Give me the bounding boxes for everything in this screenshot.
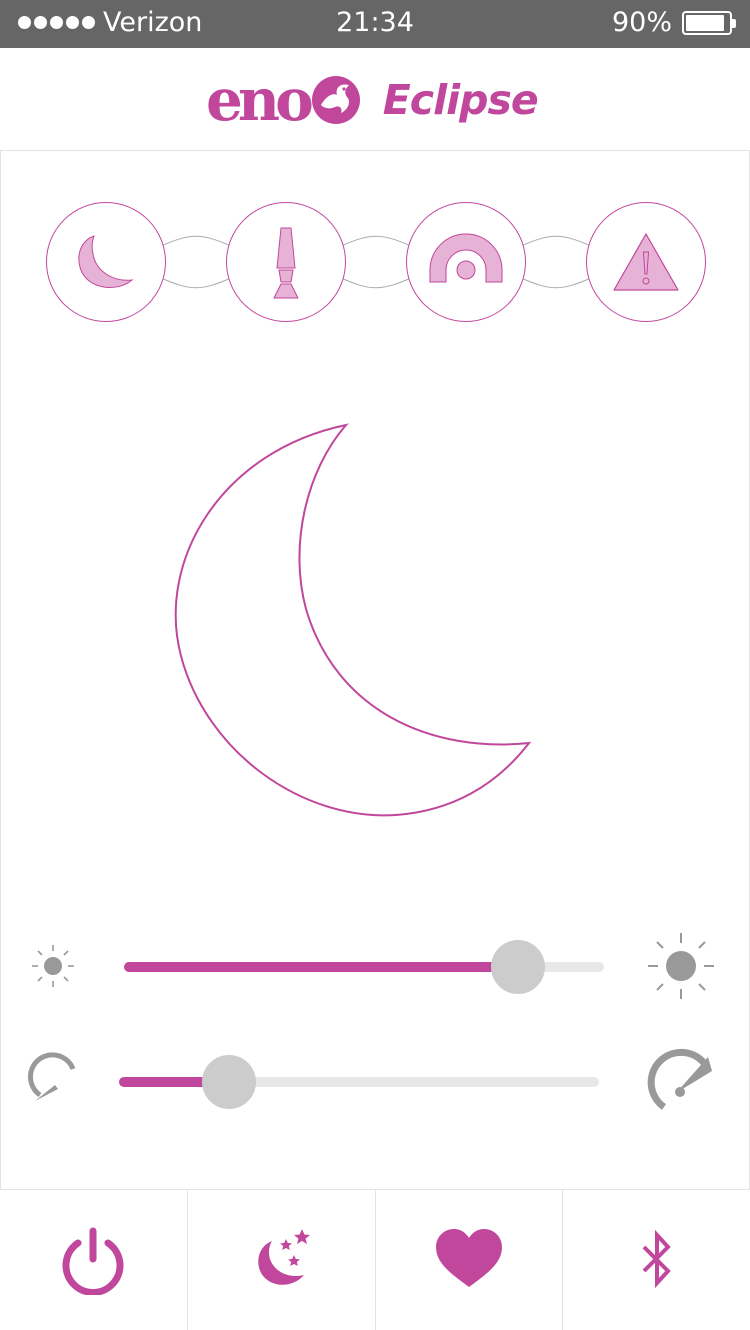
favorites-button[interactable]	[376, 1190, 564, 1330]
brightness-slider-fill	[124, 962, 518, 972]
rainbow-icon	[406, 202, 526, 322]
mode-alert-button[interactable]	[586, 202, 706, 322]
status-bar: Verizon 21:34 90%	[0, 0, 750, 48]
battery-icon	[682, 10, 736, 35]
crescent-moon-icon	[46, 202, 166, 322]
battery-group: 90%	[611, 7, 736, 38]
heart-icon	[435, 1229, 502, 1287]
mode-selector	[1, 151, 750, 351]
power-icon	[62, 1227, 124, 1295]
battery-percent: 90%	[611, 7, 672, 38]
mode-lava-lamp-button[interactable]	[226, 202, 346, 322]
mode-rainbow-button[interactable]	[406, 202, 526, 322]
sun-large-icon	[648, 933, 714, 999]
moon-stars-icon	[258, 1229, 311, 1285]
brand-logo-text: eno	[206, 66, 314, 134]
bluetooth-button[interactable]	[563, 1190, 750, 1330]
app-logo: eno Eclipse	[206, 66, 539, 134]
lava-lamp-icon	[226, 202, 346, 322]
mode-night-light-button[interactable]	[46, 202, 166, 322]
warning-icon	[586, 202, 706, 322]
sun-small-icon	[32, 945, 74, 987]
battery-level	[686, 14, 724, 31]
bluetooth-icon	[642, 1229, 671, 1289]
power-button[interactable]	[0, 1190, 188, 1330]
brightness-slider-thumb[interactable]	[490, 940, 545, 994]
speedometer-fast-icon	[647, 1048, 712, 1110]
speedometer-slow-icon	[27, 1052, 76, 1101]
app-header: eno Eclipse	[0, 48, 750, 151]
brightness-slider[interactable]	[124, 940, 604, 994]
current-mode-moon-icon	[174, 423, 532, 817]
product-name: Eclipse	[382, 76, 539, 124]
eagle-logo-icon	[311, 76, 360, 124]
sleep-timer-button[interactable]	[188, 1190, 376, 1330]
brightness-slider-row	[1, 931, 750, 1001]
speed-slider-thumb[interactable]	[202, 1055, 257, 1109]
speed-slider-row	[1, 1047, 750, 1117]
bottom-tab-bar	[0, 1189, 750, 1330]
speed-slider[interactable]	[119, 1055, 599, 1109]
main-panel	[0, 151, 750, 1189]
